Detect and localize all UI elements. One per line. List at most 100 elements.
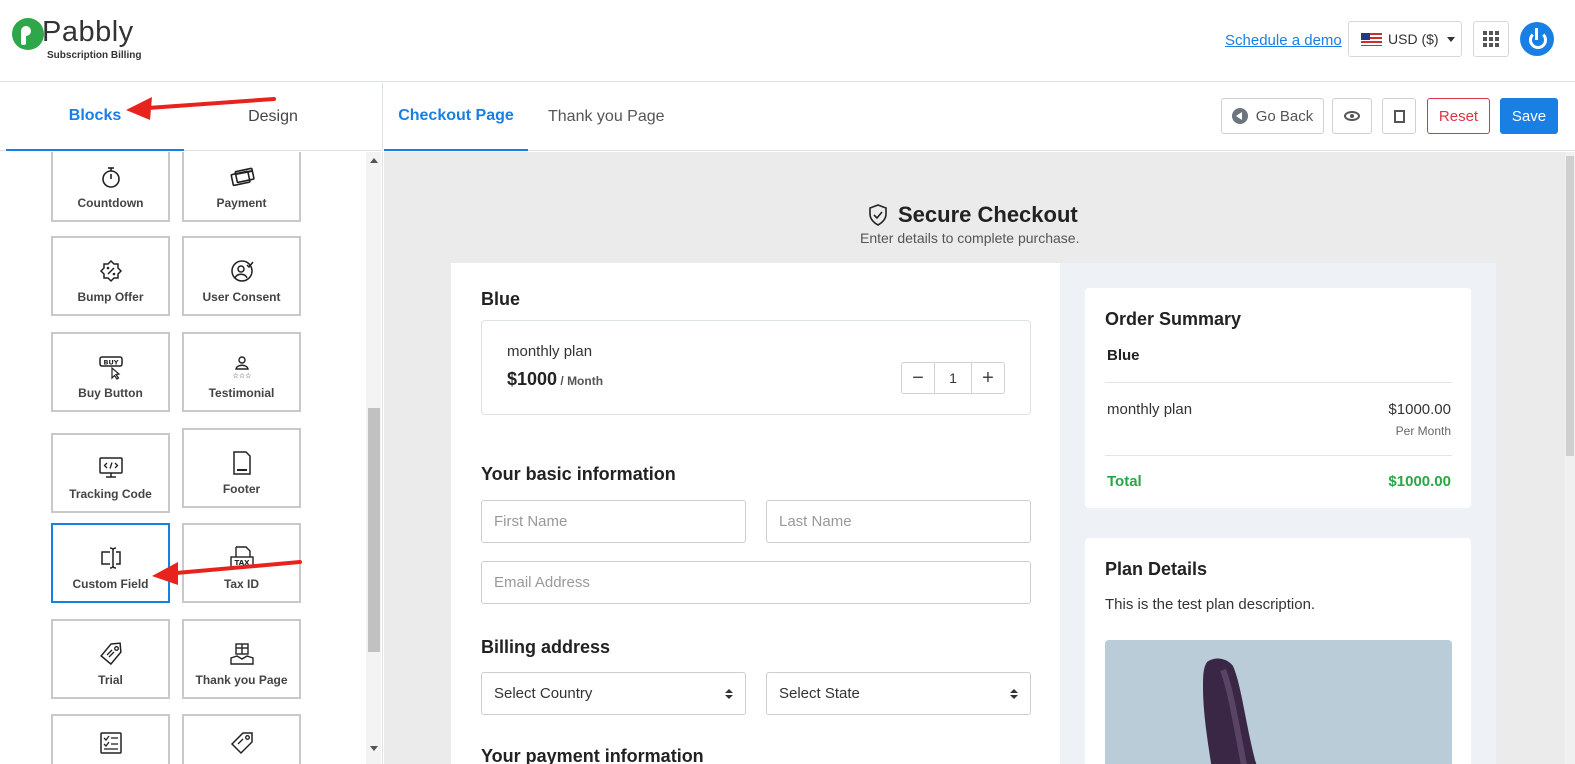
block-label: Trial <box>98 673 123 687</box>
eye-icon <box>1344 111 1360 121</box>
back-arrow-icon <box>1231 108 1248 124</box>
last-name-field[interactable]: Last Name <box>766 500 1031 543</box>
block-label: Testimonial <box>208 386 275 400</box>
order-item-period: Per Month <box>1395 424 1451 438</box>
country-select[interactable]: Select Country <box>481 672 746 715</box>
tag-icon <box>99 642 122 666</box>
tab-thank-you-page[interactable]: Thank you Page <box>548 83 665 151</box>
first-name-field[interactable]: First Name <box>481 500 746 543</box>
svg-text:TAX: TAX <box>234 559 250 567</box>
preview-button[interactable] <box>1332 98 1372 134</box>
credit-cards-icon <box>230 167 255 187</box>
block-label: Countdown <box>77 196 144 210</box>
divider <box>1105 382 1452 383</box>
state-select[interactable]: Select State <box>766 672 1031 715</box>
brand-name: Pabbly <box>42 16 134 48</box>
block-bump-offer[interactable]: Bump Offer <box>51 236 170 316</box>
document-footer-icon <box>232 451 251 475</box>
plus-icon[interactable]: + <box>972 363 1004 393</box>
order-total-amount: $1000.00 <box>1388 473 1451 490</box>
order-summary-card: Order Summary Blue monthly plan $1000.00… <box>1085 288 1471 508</box>
block-testimonial[interactable]: ☆☆☆ Testimonial <box>182 332 301 412</box>
schedule-demo-link[interactable]: Schedule a demo <box>1225 32 1342 49</box>
block-label: User Consent <box>202 290 281 304</box>
chair-image <box>1203 658 1257 764</box>
top-header: Pabbly Subscription Billing Schedule a d… <box>0 0 1575 82</box>
block-label: Custom Field <box>72 577 149 591</box>
grid-icon <box>1483 31 1487 35</box>
block-tax-id[interactable]: TAX Tax ID <box>182 523 301 603</box>
block-payment[interactable]: Payment <box>182 152 301 222</box>
plan-details-description: This is the test plan description. <box>1105 596 1316 613</box>
shield-check-icon <box>869 204 887 226</box>
email-field[interactable]: Email Address <box>481 561 1031 604</box>
svg-text:☆☆☆: ☆☆☆ <box>232 372 251 380</box>
go-back-label: Go Back <box>1255 107 1314 125</box>
blocks-panel: Countdown Payment Bump Offer User Consen… <box>0 152 383 764</box>
block-user-consent[interactable]: User Consent <box>182 236 301 316</box>
block-tracking-code[interactable]: Tracking Code <box>51 433 170 513</box>
scroll-down-icon[interactable] <box>370 746 378 751</box>
chevron-down-icon <box>1446 36 1455 42</box>
apps-grid-button[interactable] <box>1473 21 1509 57</box>
plan-product-image <box>1105 640 1452 764</box>
block-footer[interactable]: Footer <box>182 428 301 508</box>
block-label: Footer <box>222 482 261 496</box>
gift-hands-icon <box>229 643 254 665</box>
block-checklist[interactable] <box>51 714 170 764</box>
order-summary-product: Blue <box>1107 347 1140 364</box>
billing-heading: Billing address <box>481 637 611 657</box>
user-stars-icon: ☆☆☆ <box>232 356 251 380</box>
order-item-name: monthly plan <box>1107 401 1193 418</box>
order-summary-title: Order Summary <box>1105 309 1242 329</box>
block-label: Bump Offer <box>77 290 144 304</box>
canvas-scrollbar-thumb[interactable] <box>1566 156 1574 456</box>
block-trial[interactable]: Trial <box>51 619 170 699</box>
price-tag-icon <box>230 732 253 755</box>
block-label: Tax ID <box>223 577 260 591</box>
account-power-icon[interactable] <box>1520 22 1554 56</box>
code-monitor-icon <box>98 457 123 478</box>
plan-details-card: Plan Details This is the test plan descr… <box>1085 538 1471 764</box>
reset-button[interactable]: Reset <box>1427 98 1490 134</box>
checklist-icon <box>99 732 122 754</box>
copy-button[interactable] <box>1382 98 1416 134</box>
tab-checkout-page[interactable]: Checkout Page <box>384 83 528 151</box>
save-button[interactable]: Save <box>1500 98 1558 134</box>
select-arrows-icon <box>725 688 733 699</box>
currency-dropdown[interactable]: USD ($) <box>1348 21 1462 57</box>
block-countdown[interactable]: Countdown <box>51 152 170 222</box>
pabbly-logo[interactable]: Pabbly Subscription Billing <box>12 16 142 66</box>
quantity-value[interactable]: 1 <box>934 363 972 393</box>
scroll-up-icon[interactable] <box>370 158 378 163</box>
block-label: Tracking Code <box>69 487 152 501</box>
product-name: Blue <box>481 289 521 309</box>
currency-label: USD ($) <box>1388 31 1439 47</box>
block-thank-you-page[interactable]: Thank you Page <box>182 619 301 699</box>
block-label: Thank you Page <box>195 673 288 687</box>
tab-design[interactable]: Design <box>184 83 362 151</box>
svg-text:BUY: BUY <box>103 359 118 367</box>
block-buy-button[interactable]: BUY Buy Button <box>51 332 170 412</box>
block-custom-field[interactable]: Custom Field <box>51 523 170 603</box>
tax-document-icon: TAX <box>229 546 254 568</box>
tab-blocks[interactable]: Blocks <box>6 83 184 151</box>
checkout-preview-canvas: Secure Checkout Enter details to complet… <box>384 152 1575 764</box>
payment-heading: Your payment information <box>481 746 704 764</box>
us-flag-icon <box>1361 32 1382 46</box>
logo-mark-icon <box>12 18 44 50</box>
blocks-scrollbar-thumb[interactable] <box>368 408 380 652</box>
brand-subtitle: Subscription Billing <box>47 50 142 61</box>
plan-name: monthly plan <box>507 343 593 360</box>
left-panel-tabs: Blocks Design <box>0 83 383 151</box>
block-price-tag[interactable] <box>182 714 301 764</box>
copy-icon <box>1390 109 1405 126</box>
plan-price-amount: $1000 <box>507 369 558 389</box>
go-back-button[interactable]: Go Back <box>1221 98 1324 134</box>
basic-info-heading: Your basic information <box>481 464 676 484</box>
quantity-stepper: − 1 + <box>901 362 1005 394</box>
select-arrows-icon <box>1010 688 1018 699</box>
discount-badge-icon <box>99 259 122 283</box>
text-cursor-field-icon <box>100 547 121 569</box>
minus-icon[interactable]: − <box>902 363 934 393</box>
